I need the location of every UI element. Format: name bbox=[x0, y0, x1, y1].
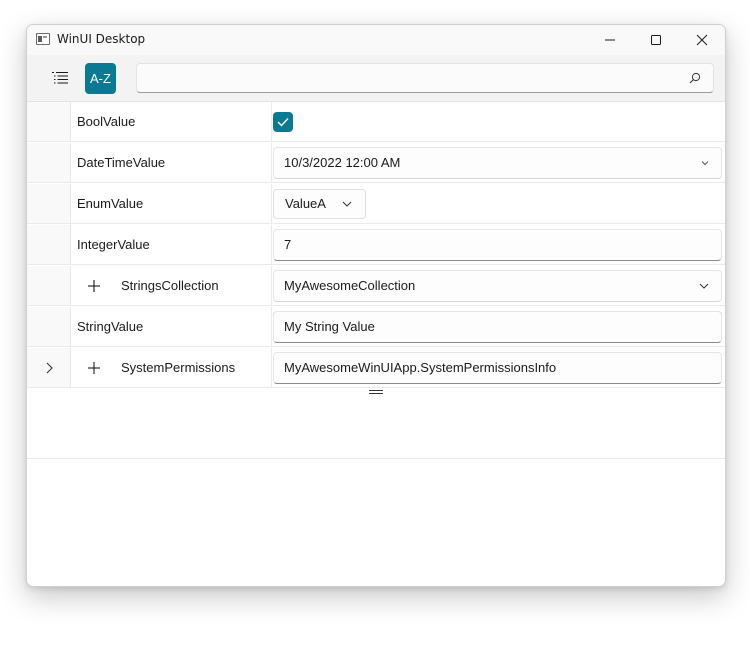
row-margin bbox=[27, 143, 71, 182]
collection-value: MyAwesomeCollection bbox=[284, 278, 416, 293]
row-margin bbox=[27, 307, 71, 346]
property-name: DateTimeValue bbox=[77, 155, 166, 170]
enum-value: ValueA bbox=[285, 196, 326, 211]
property-row-stringvalue: StringValue My String Value bbox=[27, 307, 725, 347]
close-button[interactable] bbox=[679, 25, 725, 55]
close-icon bbox=[696, 34, 708, 46]
maximize-button[interactable] bbox=[633, 25, 679, 55]
property-name: StringValue bbox=[77, 319, 144, 334]
property-name: StringsCollection bbox=[121, 278, 219, 293]
minimize-icon bbox=[605, 39, 615, 41]
categorized-view-button[interactable] bbox=[45, 63, 75, 93]
property-row-systempermissions: SystemPermissions MyAwesomeWinUIApp.Syst… bbox=[27, 348, 725, 388]
minimize-button[interactable] bbox=[587, 25, 633, 55]
string-value: My String Value bbox=[284, 319, 375, 334]
row-margin bbox=[27, 266, 71, 305]
bool-checkbox[interactable] bbox=[273, 112, 293, 132]
maximize-icon bbox=[651, 35, 661, 45]
row-margin bbox=[27, 225, 71, 264]
splitter-grip-icon[interactable] bbox=[368, 389, 384, 395]
plus-icon[interactable] bbox=[87, 279, 101, 293]
app-icon bbox=[36, 33, 50, 45]
alphabetical-sort-button[interactable]: A-Z bbox=[85, 63, 116, 94]
search-input[interactable] bbox=[145, 69, 679, 89]
search-box[interactable] bbox=[136, 63, 714, 93]
property-name: EnumValue bbox=[77, 196, 144, 211]
property-name: IntegerValue bbox=[77, 237, 150, 252]
object-value: MyAwesomeWinUIApp.SystemPermissionsInfo bbox=[284, 360, 557, 375]
row-margin bbox=[27, 348, 71, 387]
chevron-right-icon[interactable] bbox=[45, 362, 53, 374]
property-grid: BoolValue DateTimeValue 10/3/2022 12:00 … bbox=[27, 102, 725, 389]
column-divider[interactable] bbox=[271, 143, 272, 182]
column-divider[interactable] bbox=[271, 102, 272, 141]
checkmark-icon bbox=[277, 118, 289, 127]
window-title: WinUI Desktop bbox=[57, 32, 146, 46]
chevron-down-icon bbox=[699, 283, 709, 289]
plus-icon[interactable] bbox=[87, 361, 101, 375]
property-name: SystemPermissions bbox=[121, 360, 236, 375]
property-row-integervalue: IntegerValue 7 bbox=[27, 225, 725, 265]
property-row-boolvalue: BoolValue bbox=[27, 102, 725, 142]
string-input[interactable]: My String Value bbox=[273, 311, 722, 343]
column-divider[interactable] bbox=[271, 266, 272, 305]
datetime-picker[interactable]: 10/3/2022 12:00 AM bbox=[273, 147, 722, 179]
property-row-stringscollection: StringsCollection MyAwesomeCollection bbox=[27, 266, 725, 306]
integer-input[interactable]: 7 bbox=[273, 229, 722, 261]
search-icon[interactable] bbox=[689, 72, 701, 84]
column-divider[interactable] bbox=[271, 348, 272, 387]
column-divider[interactable] bbox=[271, 184, 272, 223]
row-margin bbox=[27, 184, 71, 223]
toolbar: A-Z bbox=[27, 55, 725, 102]
title-bar[interactable]: WinUI Desktop bbox=[27, 25, 725, 55]
collection-dropdown[interactable]: MyAwesomeCollection bbox=[273, 270, 722, 302]
integer-value: 7 bbox=[284, 237, 292, 252]
list-icon bbox=[52, 72, 68, 84]
description-pane bbox=[27, 389, 725, 459]
app-window: WinUI Desktop A-Z BoolValue DateTimeValu… bbox=[26, 24, 726, 587]
row-margin bbox=[27, 102, 71, 141]
chevron-down-icon bbox=[701, 161, 709, 166]
column-divider[interactable] bbox=[271, 307, 272, 346]
property-name: BoolValue bbox=[77, 114, 136, 129]
column-divider[interactable] bbox=[271, 225, 272, 264]
property-row-enumvalue: EnumValue ValueA bbox=[27, 184, 725, 224]
object-input[interactable]: MyAwesomeWinUIApp.SystemPermissionsInfo bbox=[273, 352, 722, 384]
chevron-down-icon bbox=[342, 201, 352, 207]
enum-dropdown[interactable]: ValueA bbox=[273, 189, 366, 219]
property-row-datetimevalue: DateTimeValue 10/3/2022 12:00 AM bbox=[27, 143, 725, 183]
datetime-value: 10/3/2022 12:00 AM bbox=[284, 155, 401, 170]
